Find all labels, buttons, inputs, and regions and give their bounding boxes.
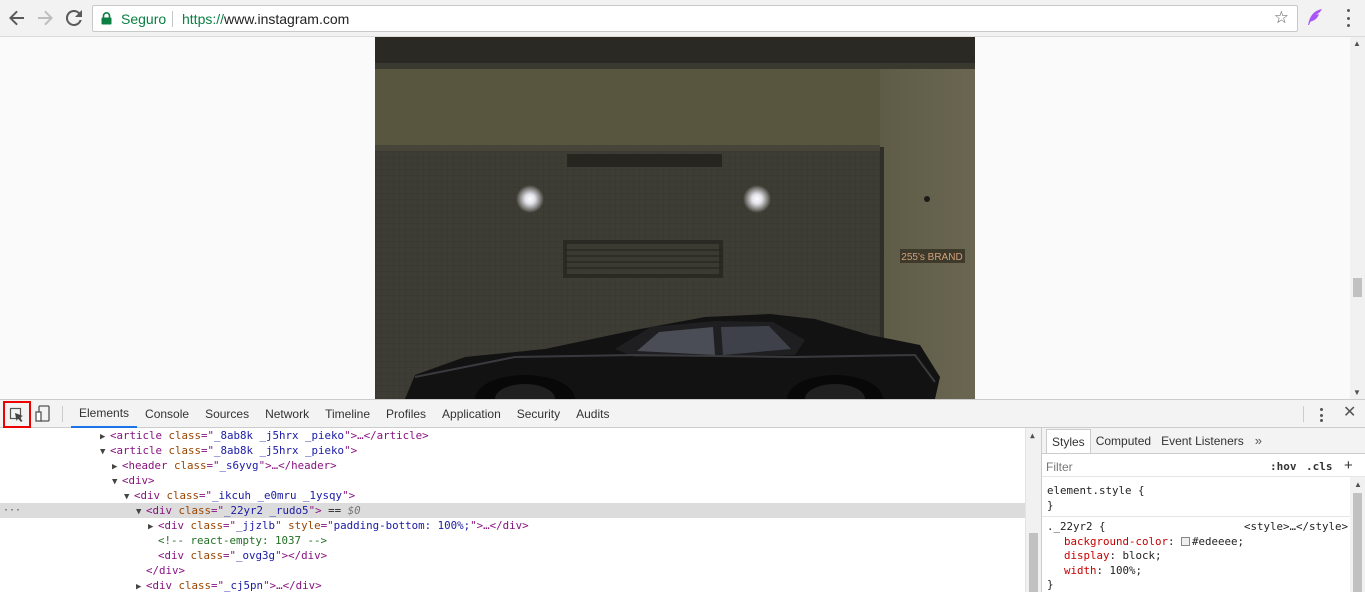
secure-label[interactable]: Seguro xyxy=(121,11,166,27)
tree-row[interactable]: ▼ <article class="_8ab8k _j5hrx _pieko"> xyxy=(0,443,1025,458)
styles-pane: Styles Computed Event Listeners » Filter… xyxy=(1041,428,1365,592)
tabbar-right-divider xyxy=(1303,406,1304,422)
forward-arrow-icon xyxy=(38,10,53,26)
scroll-up-arrow-icon[interactable]: ▲ xyxy=(1353,39,1361,48)
page-scrollbar[interactable]: ▲ ▼ xyxy=(1350,37,1365,399)
tab-audits[interactable]: Audits xyxy=(568,400,617,428)
back-arrow-icon xyxy=(9,10,24,26)
tree-row-selected[interactable]: ··· ▼ <div class="_22yr2 _rudo5"> == $0 xyxy=(0,503,1025,518)
tab-computed[interactable]: Computed xyxy=(1091,428,1156,453)
expand-triangle-icon[interactable]: ▶ xyxy=(136,580,146,592)
class-toggle[interactable]: .cls xyxy=(1306,460,1333,473)
rule-selector[interactable]: ._22yr2 { xyxy=(1047,520,1106,533)
tab-security[interactable]: Security xyxy=(509,400,568,428)
styles-filter-input[interactable]: Filter xyxy=(1046,460,1073,474)
tree-row[interactable]: ▶ <div class="_cj5pn">…</div> xyxy=(0,578,1025,592)
elements-scrollbar[interactable]: ▲ xyxy=(1025,428,1041,592)
device-toolbar-button[interactable] xyxy=(35,405,51,426)
page-scroll-thumb[interactable] xyxy=(1353,278,1362,297)
bookmark-star-icon[interactable]: ☆ xyxy=(1274,9,1289,27)
styles-scroll-thumb[interactable] xyxy=(1353,493,1362,592)
devtools-tabbar: Elements Console Sources Network Timelin… xyxy=(0,400,1365,428)
tab-console[interactable]: Console xyxy=(137,400,197,428)
devtools-menu-icon[interactable] xyxy=(1315,408,1327,422)
scroll-down-arrow-icon[interactable]: ▼ xyxy=(1353,388,1361,397)
new-rule-plus-icon[interactable]: + xyxy=(1344,457,1353,474)
tab-event-listeners[interactable]: Event Listeners xyxy=(1156,428,1249,453)
devtools-close-icon[interactable]: ✕ xyxy=(1343,404,1356,422)
more-tabs-icon[interactable]: » xyxy=(1249,428,1262,453)
page-viewport: 255's BRAND ▲ ▼ xyxy=(0,37,1365,399)
styles-scrollbar[interactable]: ▲ xyxy=(1350,477,1365,592)
rule-divider xyxy=(1042,516,1350,517)
devtools-tabs: Elements Console Sources Network Timelin… xyxy=(71,400,617,428)
wall-sign: 255's BRAND xyxy=(901,252,962,263)
browser-toolbar: Seguro https://www.instagram.com ☆ xyxy=(0,0,1365,37)
reload-button[interactable] xyxy=(62,6,86,30)
tree-row[interactable]: ▼ <div class="_ikcuh _e0mru _1ysqy"> xyxy=(0,488,1025,503)
styles-tabs: Styles Computed Event Listeners » xyxy=(1042,428,1365,454)
back-button[interactable] xyxy=(5,6,29,30)
elements-scroll-thumb[interactable] xyxy=(1029,533,1038,592)
url-text[interactable]: https://www.instagram.com xyxy=(182,11,349,27)
color-swatch[interactable] xyxy=(1181,536,1191,546)
forward-button[interactable] xyxy=(33,6,57,30)
tab-elements[interactable]: Elements xyxy=(71,400,138,428)
inspect-element-button[interactable] xyxy=(3,401,31,428)
browser-menu-icon[interactable] xyxy=(1340,9,1356,27)
scroll-up-arrow-icon[interactable]: ▲ xyxy=(1354,480,1362,489)
css-property[interactable]: background-color: #edeeee; xyxy=(1047,535,1350,550)
address-bar[interactable]: Seguro https://www.instagram.com ☆ xyxy=(92,5,1298,32)
tree-row[interactable]: ▶ <article class="_8ab8k _j5hrx _pieko">…… xyxy=(0,428,1025,443)
styles-filter-row: Filter :hov .cls + xyxy=(1042,455,1365,477)
device-mode-icon xyxy=(35,405,50,422)
lock-icon xyxy=(101,12,112,25)
inspect-cursor-icon xyxy=(9,407,23,422)
element-style-rule[interactable]: element.style { } xyxy=(1042,484,1350,513)
tab-timeline[interactable]: Timeline xyxy=(317,400,378,428)
url-host: www.instagram.com xyxy=(224,11,350,27)
tab-network[interactable]: Network xyxy=(257,400,317,428)
post-photo[interactable]: 255's BRAND xyxy=(375,37,975,399)
tree-row[interactable]: ▶ <div class="_jjzlb" style="padding-bott… xyxy=(0,518,1025,533)
hover-state-toggle[interactable]: :hov xyxy=(1270,460,1297,473)
scroll-up-arrow-icon[interactable]: ▲ xyxy=(1030,431,1035,440)
extension-button[interactable] xyxy=(1306,8,1324,29)
css-property[interactable]: width: 100%; xyxy=(1047,564,1350,579)
url-scheme: https:// xyxy=(182,11,225,27)
tab-profiles[interactable]: Profiles xyxy=(378,400,434,428)
devtools-panel: Elements Console Sources Network Timelin… xyxy=(0,399,1365,592)
elements-tree: ▶ <article class="_8ab8k _j5hrx _pieko">…… xyxy=(0,428,1041,592)
tree-row[interactable]: <div class="_ovg3g"></div> xyxy=(0,548,1025,563)
tree-row[interactable]: ▼ <div> xyxy=(0,473,1025,488)
tab-styles[interactable]: Styles xyxy=(1046,429,1091,453)
tree-row[interactable]: <!-- react-empty: 1037 --> xyxy=(0,533,1025,548)
feather-icon xyxy=(1308,9,1322,25)
car-photo-image: 255's BRAND xyxy=(375,37,975,399)
tree-row[interactable]: ▶ <header class="_s6yvg">…</header> xyxy=(0,458,1025,473)
tab-sources[interactable]: Sources xyxy=(197,400,257,428)
rule-source-link[interactable]: <style>…</style> xyxy=(1244,520,1348,535)
tab-application[interactable]: Application xyxy=(434,400,509,428)
reload-icon xyxy=(66,10,82,26)
tabbar-divider xyxy=(62,406,63,422)
tree-row[interactable]: </div> xyxy=(0,563,1025,578)
address-separator xyxy=(172,11,173,27)
css-property[interactable]: display: block; xyxy=(1047,549,1350,564)
css-rule[interactable]: ._22yr2 { <style>…</style> background-col… xyxy=(1042,520,1350,592)
row-options-icon[interactable]: ··· xyxy=(3,503,21,518)
